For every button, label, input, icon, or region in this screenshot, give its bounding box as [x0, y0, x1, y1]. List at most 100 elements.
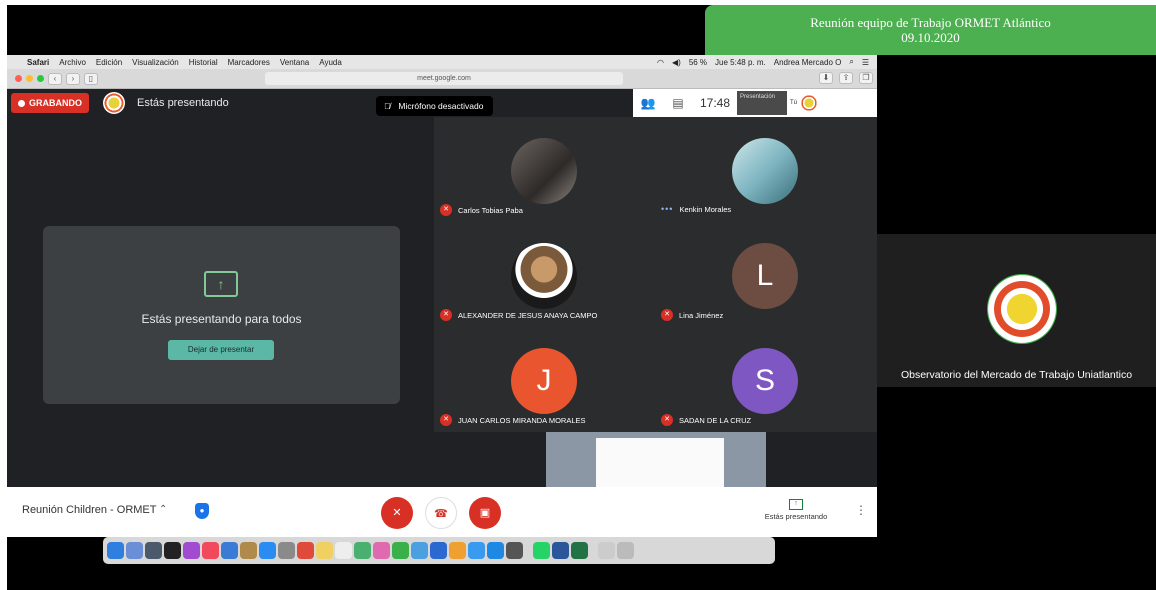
safari-icon[interactable] [259, 542, 276, 559]
toolbar-right: ⬇ ⇪ ❐ [819, 72, 873, 84]
keynote-icon[interactable] [430, 542, 447, 559]
menu-list-icon[interactable]: ☰ [862, 58, 869, 67]
download-icon[interactable]: ⬇ [819, 72, 833, 84]
you-label: Tú [790, 100, 798, 106]
shared-window-preview [596, 438, 724, 487]
downloads-icon[interactable] [598, 542, 615, 559]
shield-icon[interactable]: ● [195, 503, 209, 519]
participant-tile[interactable]: ✕ Carlos Tobias Paba [434, 117, 655, 222]
participant-tile[interactable]: ✕ ALEXANDER DE JESUS ANAYA CAMPO [434, 222, 655, 327]
mic-off-icon: 🎙̸ [384, 101, 391, 111]
recording-label: GRABANDO [29, 98, 82, 108]
safari-toolbar: ‹ › ▯ meet.google.com ⬇ ⇪ ❐ [7, 69, 877, 89]
present-icon: ↑ [789, 499, 803, 510]
preview-icon[interactable] [221, 542, 238, 559]
participant-tile[interactable]: J ✕ JUAN CARLOS MIRANDA MORALES [434, 327, 655, 432]
maps-icon[interactable] [354, 542, 371, 559]
participant-tile[interactable]: S ✕ SADAN DE LA CRUZ [655, 327, 876, 432]
reminders-icon[interactable] [335, 542, 352, 559]
messages-icon[interactable] [392, 542, 409, 559]
appletv-icon[interactable] [164, 542, 181, 559]
menu-item-ventana[interactable]: Ventana [280, 58, 309, 67]
mic-muted-icon: ✕ [661, 414, 673, 426]
photos-icon[interactable] [373, 542, 390, 559]
participant-photo [511, 243, 577, 309]
self-avatar [800, 94, 819, 112]
menu-app-name[interactable]: Safari [27, 58, 49, 67]
participant-name-row: ••• Kenkin Morales [661, 204, 731, 214]
close-window-button[interactable] [15, 75, 22, 82]
mic-muted-icon: ✕ [440, 204, 452, 216]
participant-name: ALEXANDER DE JESUS ANAYA CAMPO [458, 310, 598, 320]
trash-icon[interactable] [617, 542, 634, 559]
zoom-window-button[interactable] [37, 75, 44, 82]
numbers-icon[interactable] [449, 542, 466, 559]
sidebar-toggle-icon[interactable]: ▯ [84, 72, 98, 85]
hang-up-button[interactable]: ☎ [425, 497, 457, 529]
datetime-label[interactable]: Jue 5:48 p. m. [715, 58, 766, 67]
whatsapp-icon[interactable] [533, 542, 550, 559]
appstore-icon[interactable] [487, 542, 504, 559]
mic-muted-icon: ✕ [661, 309, 673, 321]
participant-name: Carlos Tobias Paba [458, 205, 523, 215]
notes-book-icon[interactable] [240, 542, 257, 559]
meeting-name[interactable]: Reunión Children - ORMET [22, 504, 157, 516]
volume-icon[interactable]: ◀) [672, 58, 681, 67]
wifi-icon[interactable]: ◠ [657, 58, 664, 67]
excel-icon[interactable] [571, 542, 588, 559]
rocket-icon[interactable] [145, 542, 162, 559]
stop-presenting-button[interactable]: Dejar de presentar [168, 340, 274, 360]
participant-tile[interactable]: L ✕ Lina Jiménez [655, 222, 876, 327]
settings-icon[interactable] [506, 542, 523, 559]
chat-icon[interactable]: ▤ [663, 96, 693, 110]
back-button[interactable]: ‹ [48, 72, 62, 85]
participant-name: JUAN CARLOS MIRANDA MORALES [458, 415, 586, 425]
mic-muted-icon: ✕ [440, 414, 452, 426]
mail-icon[interactable] [278, 542, 295, 559]
podcasts-icon[interactable] [183, 542, 200, 559]
participant-grid: ✕ Carlos Tobias Paba ••• Kenkin Morales … [434, 117, 877, 432]
word-icon[interactable] [552, 542, 569, 559]
forward-button[interactable]: › [66, 72, 80, 85]
music-icon[interactable] [202, 542, 219, 559]
participant-tile[interactable]: ••• Kenkin Morales [655, 117, 876, 222]
mic-off-toast: 🎙̸ Micrófono desactivado [376, 96, 494, 116]
participant-photo [511, 138, 577, 204]
minimize-window-button[interactable] [26, 75, 33, 82]
facetime-icon[interactable] [411, 542, 428, 559]
battery-label[interactable]: 56 % [689, 58, 707, 67]
more-options-icon[interactable]: ⋮ [855, 503, 867, 517]
menu-item-visualizacion[interactable]: Visualización [132, 58, 179, 67]
share-icon[interactable]: ⇪ [839, 72, 853, 84]
tabs-icon[interactable]: ❐ [859, 72, 873, 84]
finder-icon[interactable] [107, 542, 124, 559]
participant-name-row: ✕ JUAN CARLOS MIRANDA MORALES [440, 414, 586, 426]
camera-toggle-button[interactable]: ▣ [469, 497, 501, 529]
user-name[interactable]: Andrea Mercado O [774, 58, 842, 67]
launchpad-icon[interactable] [126, 542, 143, 559]
search-icon[interactable]: ⌕ [849, 57, 853, 67]
present-now-button[interactable]: ↑ Estás presentando [761, 499, 831, 521]
mic-toggle-button[interactable]: ✕ [381, 497, 413, 529]
menu-item-marcadores[interactable]: Marcadores [228, 58, 270, 67]
participant-name-row: ✕ SADAN DE LA CRUZ [661, 414, 751, 426]
participant-avatar-letter: S [732, 348, 798, 414]
calendar-icon[interactable] [297, 542, 314, 559]
presenting-card: ↑ Estás presentando para todos Dejar de … [43, 226, 400, 404]
url-bar[interactable]: meet.google.com [265, 72, 623, 85]
menu-item-edicion[interactable]: Edición [96, 58, 122, 67]
meet-top-controls: 👥 ▤ 17:48 Presentación Tú [633, 89, 877, 117]
participant-avatar-letter: J [511, 348, 577, 414]
mic-off-label: Micrófono desactivado [398, 101, 484, 111]
menu-item-archivo[interactable]: Archivo [59, 58, 86, 67]
menu-item-historial[interactable]: Historial [189, 58, 218, 67]
people-icon[interactable]: 👥 [633, 96, 663, 110]
stickies-icon[interactable] [316, 542, 333, 559]
record-dot-icon [18, 99, 25, 107]
menu-item-ayuda[interactable]: Ayuda [319, 58, 342, 67]
pages-icon[interactable] [468, 542, 485, 559]
presentation-thumbnail[interactable]: Presentación [737, 91, 787, 115]
participant-name-row: ✕ ALEXANDER DE JESUS ANAYA CAMPO [440, 309, 597, 321]
participant-name-row: ✕ Carlos Tobias Paba [440, 204, 523, 216]
chevron-up-icon[interactable]: ⌃ [159, 504, 167, 515]
